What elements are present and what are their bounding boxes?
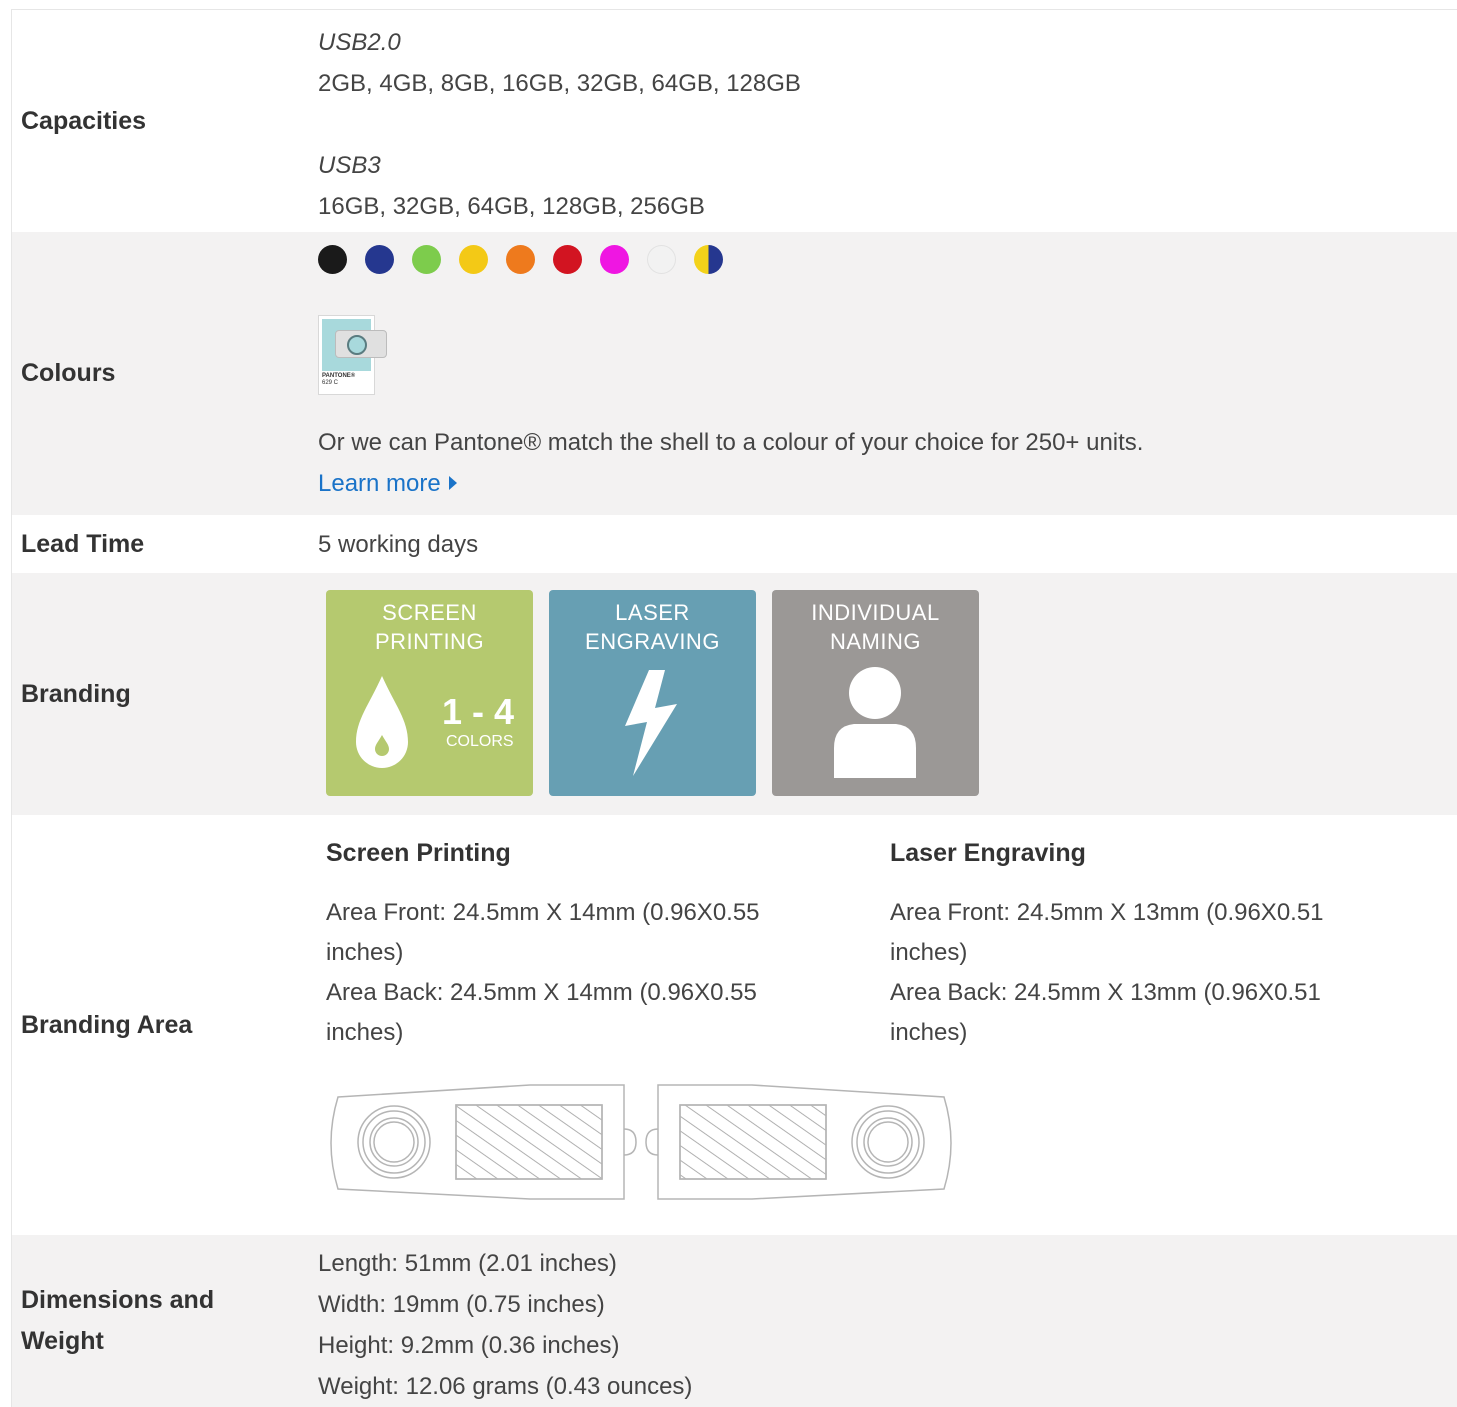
- learn-more-label: Learn more: [318, 470, 441, 497]
- caret-right-icon: [448, 476, 457, 490]
- colour-swatch[interactable]: [647, 244, 676, 274]
- dimensions-label: Dimensions and Weight: [12, 1235, 318, 1407]
- row-lead-time: Lead Time 5 working days: [12, 515, 1457, 573]
- usb-back-view: [645, 1084, 952, 1200]
- spec-table: Capacities USB2.0 2GB, 4GB, 8GB, 16GB, 3…: [11, 9, 1457, 1407]
- width-value: Width: 19mm (0.75 inches): [318, 1291, 605, 1318]
- lead-time-label: Lead Time: [21, 529, 145, 558]
- colours-value: PANTONE® 629 C Or we can Pantone® match …: [318, 232, 1457, 515]
- dimensions-value: Length: 51mm (2.01 inches) Width: 19mm (…: [318, 1235, 1457, 1407]
- colour-swatch[interactable]: [694, 244, 723, 274]
- capacities-value: USB2.0 2GB, 4GB, 8GB, 16GB, 32GB, 64GB, …: [318, 10, 1457, 232]
- lead-time-value: 5 working days: [318, 530, 479, 558]
- colour-swatch[interactable]: [600, 244, 629, 274]
- colour-swatch[interactable]: [459, 244, 488, 274]
- laser-engraving-heading: Laser Engraving: [890, 839, 1086, 867]
- colour-swatch[interactable]: [318, 244, 347, 274]
- branding-area-label: Branding Area: [21, 1010, 193, 1039]
- laser-engraving-area: Laser Engraving Area Front: 24.5mm X 13m…: [890, 833, 1454, 1053]
- usb-front-view: [330, 1084, 637, 1200]
- screen-printing-area: Screen Printing Area Front: 24.5mm X 14m…: [326, 833, 890, 1053]
- laser-back-area: Area Back: 24.5mm X 13mm (0.96X0.51: [890, 979, 1321, 1006]
- usb3-sizes: 16GB, 32GB, 64GB, 128GB, 256GB: [318, 193, 705, 220]
- colour-swatch[interactable]: [506, 244, 535, 274]
- row-capacities: Capacities USB2.0 2GB, 4GB, 8GB, 16GB, 3…: [12, 10, 1457, 232]
- branding-label: Branding: [21, 679, 131, 708]
- colour-swatch[interactable]: [553, 244, 582, 274]
- usb-ring: [347, 335, 367, 355]
- height-value: Height: 9.2mm (0.36 inches): [318, 1332, 620, 1359]
- usb2-type: USB2.0: [318, 29, 401, 56]
- pantone-name: PANTONE®: [322, 373, 356, 379]
- dimensions-label-line2: Weight: [21, 1327, 104, 1355]
- laser-engraving-tile[interactable]: LASER ENGRAVING: [549, 590, 756, 796]
- pantone-usb-thumbnail[interactable]: PANTONE® 629 C: [318, 315, 387, 395]
- weight-value: Weight: 12.06 grams (0.43 ounces): [318, 1373, 693, 1400]
- pantone-code: 629 C: [322, 380, 339, 386]
- colour-swatches: [318, 244, 1457, 274]
- screen-printing-tile[interactable]: SCREEN PRINTING 1 - 4 COLORS: [326, 590, 533, 796]
- laser-back-area-unit: inches): [890, 1019, 968, 1046]
- colour-swatch[interactable]: [412, 244, 441, 274]
- length-value: Length: 51mm (2.01 inches): [318, 1250, 617, 1277]
- laser-front-area: Area Front: 24.5mm X 13mm (0.96X0.51: [890, 899, 1324, 926]
- usb-branding-area-diagram: [330, 1084, 952, 1200]
- branding-value: SCREEN PRINTING 1 - 4 COLORS LASER ENGRA…: [318, 573, 1457, 815]
- laser-front-area-unit: inches): [890, 939, 968, 966]
- screen-printing-heading: Screen Printing: [326, 839, 511, 867]
- row-colours: Colours PANTONE® 629 C Or we can Pantone…: [12, 232, 1457, 515]
- dimensions-label-line1: Dimensions and: [21, 1286, 215, 1314]
- row-branding-area: Branding Area Screen Printing Area Front…: [12, 815, 1457, 1235]
- row-dimensions: Dimensions and Weight Length: 51mm (2.01…: [12, 1235, 1457, 1407]
- row-branding: Branding SCREEN PRINTING 1 - 4 COLORS LA…: [12, 573, 1457, 815]
- learn-more-link[interactable]: Learn more: [318, 470, 457, 497]
- screen-front-area: Area Front: 24.5mm X 14mm (0.96X0.55: [326, 899, 760, 926]
- pantone-match-text: Or we can Pantone® match the shell to a …: [318, 429, 1144, 456]
- person-icon: [834, 667, 916, 778]
- individual-naming-tile[interactable]: INDIVIDUAL NAMING: [772, 590, 979, 796]
- lightning-bolt-icon: [625, 670, 677, 776]
- screen-front-area-unit: inches): [326, 939, 404, 966]
- colors-caption: COLORS: [446, 733, 514, 750]
- screen-back-area-unit: inches): [326, 1019, 404, 1046]
- usb3-type: USB3: [318, 152, 381, 179]
- screen-back-area: Area Back: 24.5mm X 14mm (0.96X0.55: [326, 979, 757, 1006]
- branding-area-value: Screen Printing Area Front: 24.5mm X 14m…: [318, 815, 1457, 1235]
- color-count: 1 - 4: [442, 691, 515, 732]
- capacities-label: Capacities: [21, 106, 147, 135]
- colours-label: Colours: [21, 359, 116, 387]
- colour-swatch[interactable]: [365, 244, 394, 274]
- usb2-sizes: 2GB, 4GB, 8GB, 16GB, 32GB, 64GB, 128GB: [318, 70, 801, 97]
